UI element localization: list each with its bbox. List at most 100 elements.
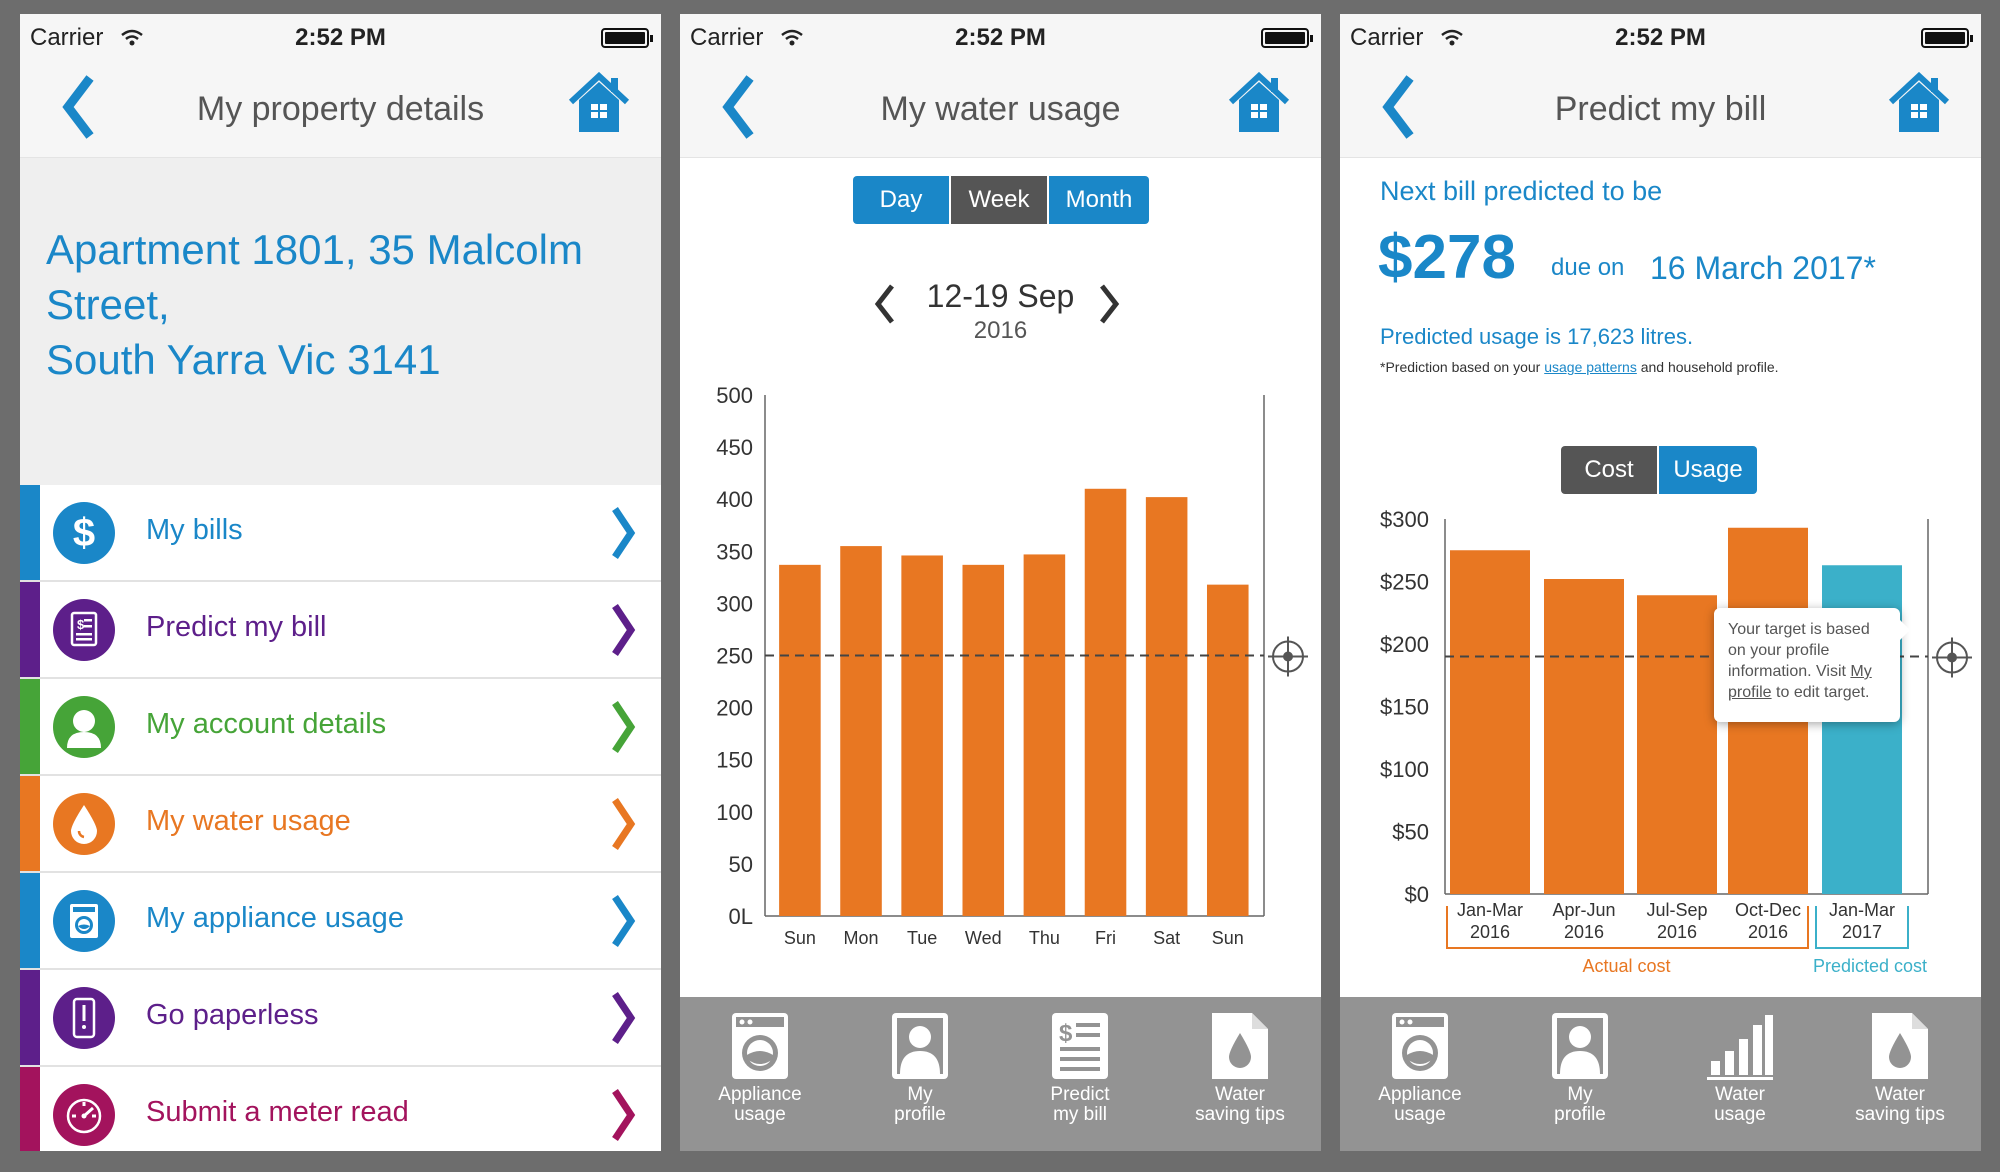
battery-icon [601, 28, 653, 48]
bar-chart-icon [1707, 1015, 1773, 1080]
tab-my-profile[interactable]: My profile [840, 1011, 1000, 1125]
x-tick-label: Oct-Dec [1735, 900, 1801, 920]
chevron-right-icon [609, 699, 637, 760]
menu-item-stripe [20, 776, 40, 871]
menu-item-go-paperless[interactable]: Go paperless [20, 970, 661, 1067]
bill-icon: $ [53, 599, 115, 661]
chevron-right-icon [609, 1087, 637, 1148]
tab-label-line: Predict [1050, 1084, 1110, 1105]
tab-label: My profile [1500, 1085, 1660, 1125]
property-address: Apartment 1801, 35 Malcolm Street, South… [46, 222, 636, 387]
nav-bar: My property details [20, 60, 661, 158]
bill-prediction-chart: $0$50$100$150$200$250$300Jan-Mar2016Apr-… [1380, 507, 1972, 976]
x-tick-label: Sun [1212, 928, 1244, 948]
menu-item-submit-a-meter-read[interactable]: Submit a meter read [20, 1067, 661, 1151]
bar-mon [840, 546, 882, 916]
menu-item-label: Go paperless [146, 999, 319, 1031]
tab-label-line: My [1567, 1084, 1593, 1105]
y-tick-label: 100 [716, 800, 753, 825]
tab-label: Appliance usage [1340, 1085, 1500, 1125]
tooltip-text: Your target is based on your profile inf… [1728, 621, 1870, 680]
tab-label-line: Appliance [1378, 1084, 1462, 1105]
y-tick-label: $250 [1380, 570, 1429, 595]
bar-jan-mar-2016 [1450, 550, 1530, 894]
tab-label-line: usage [1394, 1104, 1446, 1125]
tab-water-usage[interactable]: Water usage [1660, 1011, 1820, 1125]
water-tip-icon [1212, 1013, 1268, 1079]
menu-item-my-water-usage[interactable]: My water usage [20, 776, 661, 873]
tab-label-line: profile [894, 1104, 946, 1125]
menu-item-my-appliance-usage[interactable]: My appliance usage [20, 873, 661, 970]
tab-my-profile[interactable]: My profile [1500, 1011, 1660, 1125]
tab-predict-my-bill[interactable]: $ Predict my bill [1000, 1011, 1160, 1125]
washing-machine-icon [732, 1013, 788, 1079]
tab-label-line: usage [734, 1104, 786, 1125]
menu-item-stripe [20, 679, 40, 774]
bar-tue [901, 555, 943, 916]
water-drop-icon [53, 793, 115, 855]
y-tick-label: 150 [716, 748, 753, 773]
tab-label-line: Water [1875, 1084, 1925, 1105]
bar-jul-sep-2016 [1637, 595, 1717, 894]
washing-machine-icon [53, 890, 115, 952]
x-tick-label: Thu [1029, 928, 1060, 948]
predicted-cost-label: Predicted cost [1813, 956, 1927, 976]
menu-item-stripe [20, 873, 40, 968]
tooltip-text: to edit target. [1771, 684, 1870, 701]
meter-icon [53, 1084, 115, 1146]
tab-label-line: profile [1554, 1104, 1606, 1125]
bar-sun [1206, 584, 1249, 916]
page-title: My property details [196, 90, 485, 128]
address-line-3: South Yarra Vic 3141 [46, 336, 441, 383]
dollar-icon: $ [53, 502, 115, 564]
home-icon[interactable] [567, 71, 631, 139]
menu-item-my-bills[interactable]: $ My bills [20, 485, 661, 582]
property-details-screen: Carrier 2:52 PM My property details Apar… [20, 14, 661, 1151]
x-tick-label: Apr-Jun [1552, 900, 1615, 920]
menu-item-my-account-details[interactable]: My account details [20, 679, 661, 776]
chevron-right-icon [609, 602, 637, 663]
menu-item-stripe [20, 485, 40, 580]
x-tick-label: 2016 [1564, 922, 1604, 942]
svg-text:$: $ [1059, 1020, 1073, 1047]
status-time: 2:52 PM [295, 24, 386, 51]
x-tick-label: Mon [844, 928, 879, 948]
actual-cost-label: Actual cost [1582, 956, 1670, 976]
tab-bar: Appliance usage My profile Water usage Wate… [1340, 997, 1981, 1151]
x-tick-label: 2016 [1657, 922, 1697, 942]
chevron-right-icon [609, 505, 637, 566]
bar-thu [1023, 554, 1066, 916]
x-tick-label: Jan-Mar [1829, 900, 1895, 920]
tab-water-saving-tips[interactable]: Water saving tips [1160, 1011, 1320, 1125]
svg-text:$: $ [77, 617, 85, 632]
address-line-1: Apartment 1801, 35 Malcolm [46, 226, 583, 273]
x-tick-label: 2017 [1842, 922, 1882, 942]
tab-water-saving-tips[interactable]: Water saving tips [1820, 1011, 1980, 1125]
bill-icon: $ [1052, 1013, 1108, 1079]
tab-appliance-usage[interactable]: Appliance usage [1340, 1011, 1500, 1125]
address-line-2: Street, [46, 281, 170, 328]
menu-item-label: My water usage [146, 805, 351, 837]
x-tick-label: 2016 [1748, 922, 1788, 942]
tab-label-line: saving tips [1855, 1104, 1945, 1125]
tab-label-line: Water [1215, 1084, 1265, 1105]
main-menu: $ My bills $ Predict my bill My account deta… [20, 485, 661, 1151]
menu-item-predict-my-bill[interactable]: $ Predict my bill [20, 582, 661, 679]
tab-label-line: saving tips [1195, 1104, 1285, 1125]
tab-label-line: my bill [1053, 1104, 1107, 1125]
bar-wed [962, 564, 1005, 916]
y-tick-label: 250 [716, 644, 753, 669]
svg-text:$: $ [73, 511, 95, 555]
x-tick-label: Tue [907, 928, 937, 948]
profile-icon [1552, 1013, 1608, 1079]
tab-label: My profile [840, 1085, 1000, 1125]
y-tick-label: 400 [716, 487, 753, 512]
tab-label: Predict my bill [1000, 1085, 1160, 1125]
tab-appliance-usage[interactable]: Appliance usage [680, 1011, 840, 1125]
chevron-right-icon [609, 990, 637, 1051]
y-tick-label: $200 [1380, 632, 1429, 657]
address-panel: Apartment 1801, 35 Malcolm Street, South… [20, 158, 661, 485]
chevron-right-icon [609, 893, 637, 954]
y-tick-label: 300 [716, 591, 753, 616]
status-bar: Carrier 2:52 PM [20, 14, 661, 60]
